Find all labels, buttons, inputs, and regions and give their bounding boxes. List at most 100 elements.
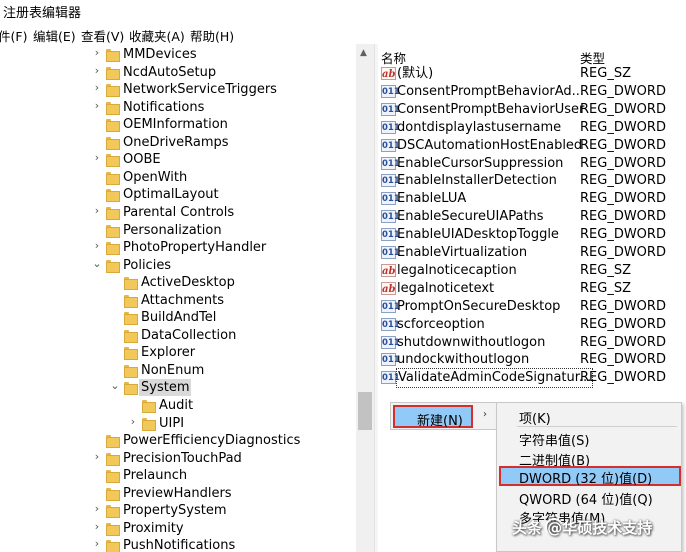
tree-item[interactable]: › Proximity (0, 520, 356, 538)
chevron-down-icon[interactable]: ⌄ (109, 379, 121, 392)
value-row[interactable]: 011 EnableInstallerDetection REG_DWORD (378, 172, 686, 190)
value-row[interactable]: 011 PromptOnSecureDesktop REG_DWORD (378, 298, 686, 316)
tree-item[interactable]: › NetworkServiceTriggers (0, 81, 356, 99)
value-type: REG_DWORD (580, 83, 666, 99)
tree-item[interactable]: Prelaunch (0, 467, 356, 485)
value-type: REG_DWORD (580, 334, 666, 350)
tree-item[interactable]: ActiveDesktop (0, 274, 356, 292)
tree-item[interactable]: ⌄ Policies (0, 257, 356, 275)
chevron-right-icon[interactable]: › (91, 151, 103, 164)
tree-item-label: PropertySystem (123, 503, 227, 519)
value-row[interactable]: 011 DSCAutomationHostEnabled REG_DWORD (378, 137, 686, 155)
value-row[interactable]: 011 shutdownwithoutlogon REG_DWORD (378, 334, 686, 352)
chevron-right-icon[interactable]: › (91, 502, 103, 515)
binary-value-icon: 011 (381, 317, 400, 331)
scrollbar-thumb[interactable] (358, 392, 372, 430)
tree-item[interactable]: › PrecisionTouchPad (0, 450, 356, 468)
tree-item[interactable]: ⌄ System (0, 379, 356, 397)
tree-item[interactable]: BuildAndTel (0, 309, 356, 327)
value-type: REG_DWORD (580, 155, 666, 171)
folder-icon (142, 417, 156, 431)
binary-value-icon: 011 (381, 120, 400, 134)
submenu-arrow-icon: › (483, 409, 487, 420)
tree-item[interactable]: PreviewHandlers (0, 485, 356, 503)
new-menu-item[interactable]: 新建(N) (393, 405, 473, 429)
chevron-right-icon[interactable]: › (91, 99, 103, 112)
value-row[interactable]: 011 EnableSecureUIAPaths REG_DWORD (378, 208, 686, 226)
menu-edit[interactable]: 编辑(E) (33, 26, 76, 45)
chevron-right-icon[interactable]: › (91, 46, 103, 59)
tree-item[interactable]: DataCollection (0, 327, 356, 345)
folder-icon (106, 189, 120, 203)
binary-value-icon: 011 (381, 210, 400, 224)
chevron-down-icon[interactable]: ⌄ (91, 257, 103, 270)
value-name: PromptOnSecureDesktop (397, 298, 561, 314)
chevron-right-icon[interactable]: › (91, 204, 103, 217)
value-row[interactable]: 011 EnableVirtualization REG_DWORD (378, 244, 686, 262)
folder-icon (124, 347, 138, 361)
value-row[interactable]: ab (默认) REG_SZ (378, 65, 686, 83)
value-row[interactable]: 011 dontdisplaylastusername REG_DWORD (378, 119, 686, 137)
tree-item[interactable]: Attachments (0, 292, 356, 310)
string-value-icon: ab (381, 263, 396, 277)
tree-item[interactable]: › MMDevices (0, 46, 356, 64)
chevron-right-icon[interactable]: › (91, 239, 103, 252)
tree-item[interactable]: › Parental Controls (0, 204, 356, 222)
tree-item-label: Notifications (123, 99, 205, 115)
binary-value-icon: 011 (381, 228, 400, 242)
tree-item[interactable]: Explorer (0, 344, 356, 362)
chevron-right-icon[interactable]: › (91, 520, 103, 533)
menu-file[interactable]: 件(F) (0, 26, 27, 45)
value-row[interactable]: 011 EnableUIADesktopToggle REG_DWORD (378, 226, 686, 244)
chevron-right-icon[interactable]: › (127, 415, 139, 428)
submenu-item[interactable]: 项(K) (499, 406, 681, 427)
tree-item[interactable]: Audit (0, 397, 356, 415)
scroll-up-icon[interactable]: ▲ (360, 48, 367, 58)
registry-tree[interactable]: › MMDevices › NcdAutoSetup › NetworkServiceTr… (0, 44, 356, 552)
value-row[interactable]: ab legalnoticecaption REG_SZ (378, 262, 686, 280)
tree-item-label: NetworkServiceTriggers (123, 82, 277, 98)
tree-item[interactable]: Personalization (0, 222, 356, 240)
value-type: REG_DWORD (580, 370, 666, 386)
chevron-right-icon[interactable]: › (91, 64, 103, 77)
value-row[interactable]: 011 ConsentPromptBehaviorUser REG_DWORD (378, 101, 686, 119)
value-row[interactable]: 011 ValidateAdminCodeSignatur... REG_DWORD (378, 368, 686, 389)
tree-item-label: BuildAndTel (141, 310, 217, 326)
tree-item[interactable]: › PhotoPropertyHandler (0, 239, 356, 257)
tree-item[interactable]: › PropertySystem (0, 502, 356, 520)
value-row[interactable]: 011 scforceoption REG_DWORD (378, 316, 686, 334)
window-title: 注册表编辑器 (3, 6, 82, 21)
value-name: EnableInstallerDetection (397, 173, 557, 189)
value-row[interactable]: 011 EnableCursorSuppression REG_DWORD (378, 155, 686, 173)
tree-item[interactable]: NonEnum (0, 362, 356, 380)
value-type: REG_DWORD (580, 137, 666, 153)
tree-item[interactable]: OpenWith (0, 169, 356, 187)
submenu-item[interactable]: 字符串值(S) (499, 428, 681, 449)
submenu-item[interactable]: QWORD (64 位)值(Q) (499, 487, 681, 508)
menu-help[interactable]: 帮助(H) (190, 26, 234, 45)
value-name: DSCAutomationHostEnabled (397, 137, 583, 153)
tree-item[interactable]: › OOBE (0, 151, 356, 169)
chevron-right-icon[interactable]: › (91, 537, 103, 550)
menu-favorites[interactable]: 收藏夹(A) (129, 26, 185, 45)
tree-item[interactable]: PowerEfficiencyDiagnostics (0, 432, 356, 450)
chevron-right-icon[interactable]: › (91, 81, 103, 94)
tree-item-label: PushNotifications (123, 538, 236, 552)
menu-view[interactable]: 查看(V) (81, 26, 124, 45)
submenu-item[interactable]: 二进制值(B) (499, 448, 681, 469)
value-row[interactable]: 011 ConsentPromptBehaviorAd... REG_DWORD (378, 83, 686, 101)
tree-item[interactable]: OptimalLayout (0, 186, 356, 204)
tree-item[interactable]: OneDriveRamps (0, 134, 356, 152)
tree-item[interactable]: › Notifications (0, 99, 356, 117)
tree-item[interactable]: › UIPI (0, 415, 356, 433)
tree-item[interactable]: OEMInformation (0, 116, 356, 134)
value-row[interactable]: ab legalnoticetext REG_SZ (378, 280, 686, 298)
value-row[interactable]: 011 undockwithoutlogon REG_DWORD (378, 351, 686, 369)
submenu-item[interactable]: DWORD (32 位)值(D) (499, 466, 681, 487)
tree-scrollbar[interactable]: ▲ (356, 44, 374, 552)
value-row[interactable]: 011 EnableLUA REG_DWORD (378, 190, 686, 208)
tree-item[interactable]: › PushNotifications (0, 537, 356, 552)
tree-item[interactable]: › NcdAutoSetup (0, 64, 356, 82)
chevron-right-icon[interactable]: › (91, 450, 103, 463)
folder-icon (124, 294, 138, 308)
